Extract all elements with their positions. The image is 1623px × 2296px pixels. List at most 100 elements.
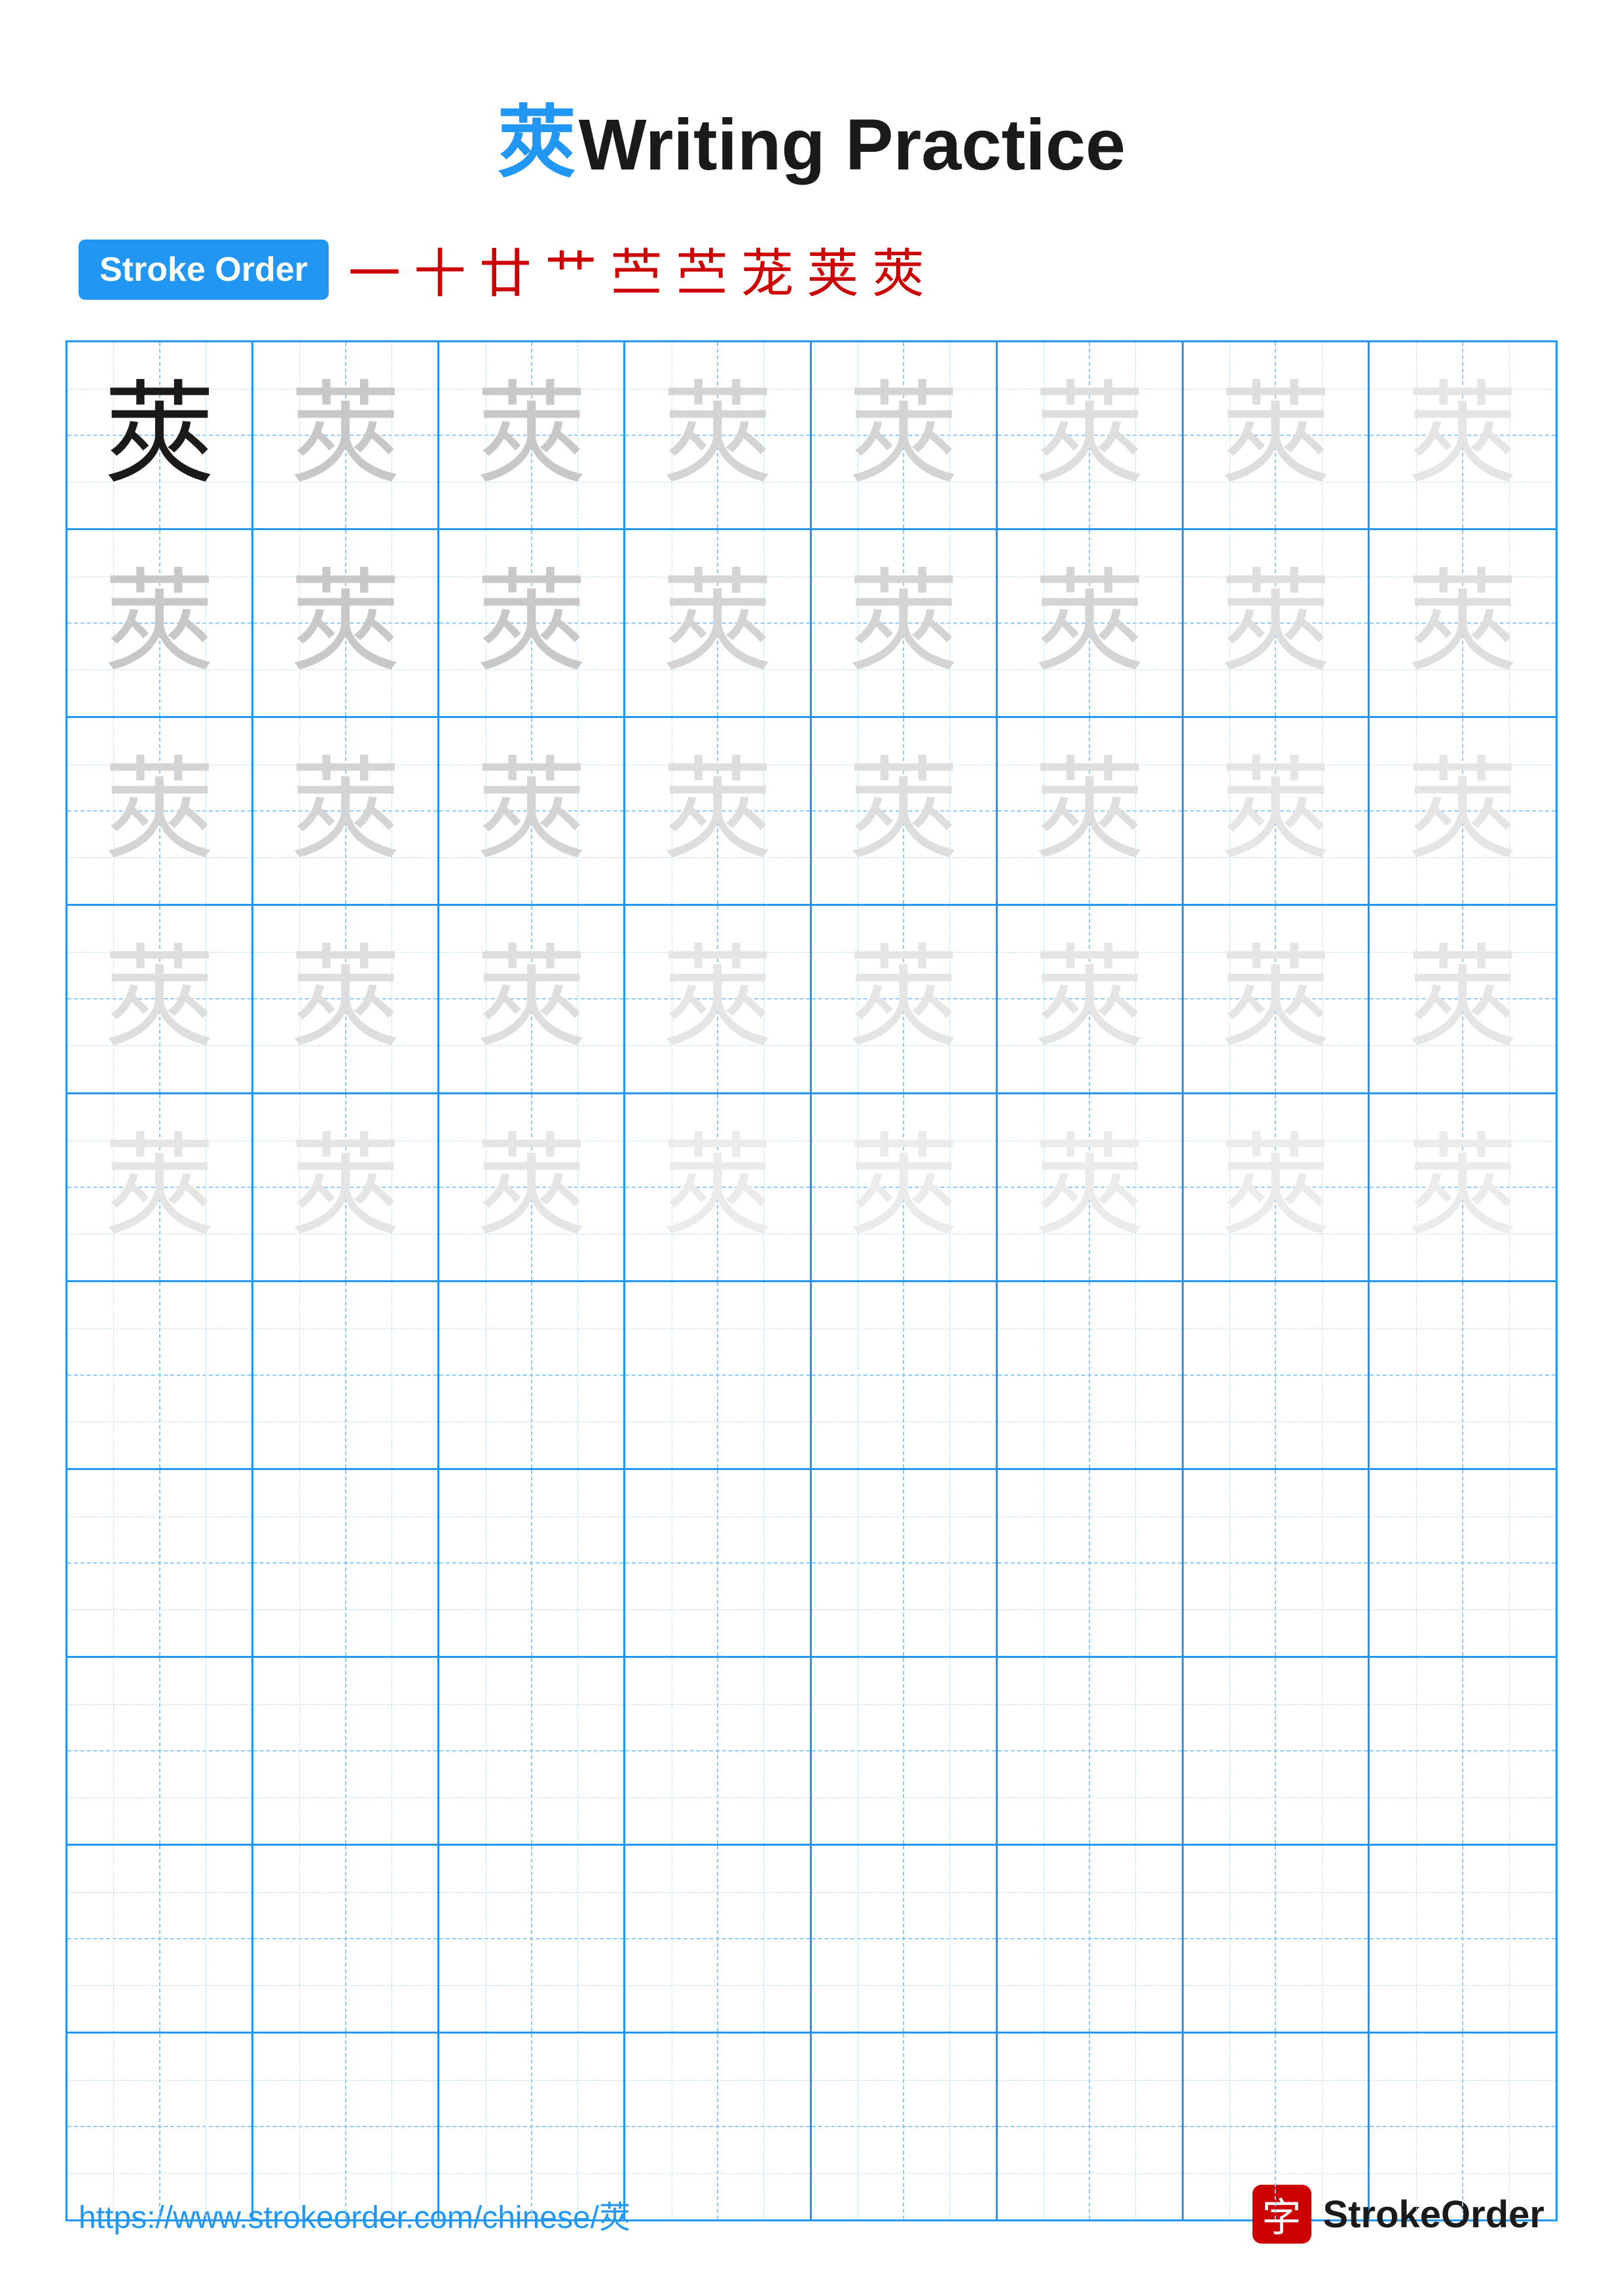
grid-cell-0-0[interactable]: 莢 [67, 342, 253, 528]
practice-char-instance: 莢 [662, 1132, 773, 1243]
grid-cell-8-5[interactable] [998, 1846, 1184, 2032]
page-title: 莢 Writing Practice [0, 0, 1623, 192]
grid-cell-6-4[interactable] [812, 1470, 998, 1656]
grid-cell-8-4[interactable] [812, 1846, 998, 2032]
grid-cell-1-7[interactable]: 莢 [1370, 530, 1556, 716]
grid-cell-4-5[interactable]: 莢 [998, 1094, 1184, 1280]
grid-cell-5-0[interactable] [67, 1282, 253, 1468]
grid-cell-6-3[interactable] [625, 1470, 811, 1656]
practice-char-instance: 莢 [662, 380, 773, 491]
grid-cell-0-6[interactable]: 莢 [1184, 342, 1370, 528]
grid-cell-7-1[interactable] [253, 1658, 439, 1844]
practice-char-instance: 莢 [290, 380, 401, 491]
grid-cell-4-6[interactable]: 莢 [1184, 1094, 1370, 1280]
grid-cell-8-7[interactable] [1370, 1846, 1556, 2032]
grid-cell-2-3[interactable]: 莢 [625, 718, 811, 904]
practice-char-instance: 莢 [290, 943, 401, 1054]
grid-cell-5-3[interactable] [625, 1282, 811, 1468]
grid-cell-0-1[interactable]: 莢 [253, 342, 439, 528]
grid-cell-2-0[interactable]: 莢 [67, 718, 253, 904]
grid-cell-3-0[interactable]: 莢 [67, 906, 253, 1092]
grid-cell-0-2[interactable]: 莢 [439, 342, 625, 528]
practice-char-instance: 莢 [1407, 1132, 1518, 1243]
grid-cell-3-2[interactable]: 莢 [439, 906, 625, 1092]
grid-cell-0-4[interactable]: 莢 [812, 342, 998, 528]
practice-char-instance: 莢 [476, 567, 587, 679]
grid-cell-6-5[interactable] [998, 1470, 1184, 1656]
practice-char-instance: 莢 [1407, 380, 1518, 491]
grid-cell-5-6[interactable] [1184, 1282, 1370, 1468]
grid-cell-8-6[interactable] [1184, 1846, 1370, 2032]
practice-char-instance: 莢 [290, 567, 401, 679]
grid-cell-1-1[interactable]: 莢 [253, 530, 439, 716]
grid-cell-4-3[interactable]: 莢 [625, 1094, 811, 1280]
grid-cell-6-7[interactable] [1370, 1470, 1556, 1656]
grid-cell-7-7[interactable] [1370, 1658, 1556, 1844]
grid-cell-5-1[interactable] [253, 1282, 439, 1468]
grid-cell-5-5[interactable] [998, 1282, 1184, 1468]
grid-cell-7-4[interactable] [812, 1658, 998, 1844]
grid-cell-1-5[interactable]: 莢 [998, 530, 1184, 716]
grid-cell-0-7[interactable]: 莢 [1370, 342, 1556, 528]
practice-char-instance: 莢 [662, 755, 773, 867]
grid-cell-3-7[interactable]: 莢 [1370, 906, 1556, 1092]
grid-cell-6-2[interactable] [439, 1470, 625, 1656]
practice-char-instance: 莢 [1220, 755, 1331, 867]
stroke-order-badge: Stroke Order [79, 240, 329, 300]
practice-char-instance: 莢 [476, 380, 587, 491]
grid-cell-3-4[interactable]: 莢 [812, 906, 998, 1092]
grid-cell-7-3[interactable] [625, 1658, 811, 1844]
grid-cell-7-6[interactable] [1184, 1658, 1370, 1844]
grid-cell-7-5[interactable] [998, 1658, 1184, 1844]
practice-char-instance: 莢 [1034, 380, 1145, 491]
grid-cell-8-1[interactable] [253, 1846, 439, 2032]
grid-cell-5-7[interactable] [1370, 1282, 1556, 1468]
grid-cell-4-0[interactable]: 莢 [67, 1094, 253, 1280]
grid-row-4: 莢莢莢莢莢莢莢莢 [67, 1094, 1556, 1282]
grid-cell-1-3[interactable]: 莢 [625, 530, 811, 716]
grid-cell-2-1[interactable]: 莢 [253, 718, 439, 904]
grid-cell-6-0[interactable] [67, 1470, 253, 1656]
grid-cell-3-1[interactable]: 莢 [253, 906, 439, 1092]
grid-cell-0-5[interactable]: 莢 [998, 342, 1184, 528]
practice-char-instance: 莢 [104, 1132, 215, 1243]
grid-cell-6-1[interactable] [253, 1470, 439, 1656]
grid-row-8 [67, 1846, 1556, 2034]
practice-char-instance: 莢 [290, 755, 401, 867]
practice-char-instance: 莢 [104, 567, 215, 679]
grid-cell-3-6[interactable]: 莢 [1184, 906, 1370, 1092]
grid-cell-5-4[interactable] [812, 1282, 998, 1468]
grid-cell-7-0[interactable] [67, 1658, 253, 1844]
grid-cell-3-3[interactable]: 莢 [625, 906, 811, 1092]
grid-cell-4-4[interactable]: 莢 [812, 1094, 998, 1280]
practice-char-instance: 莢 [1407, 943, 1518, 1054]
grid-cell-0-3[interactable]: 莢 [625, 342, 811, 528]
grid-cell-7-2[interactable] [439, 1658, 625, 1844]
practice-char-instance: 莢 [476, 1132, 587, 1243]
grid-cell-4-1[interactable]: 莢 [253, 1094, 439, 1280]
grid-cell-2-7[interactable]: 莢 [1370, 718, 1556, 904]
grid-cell-8-0[interactable] [67, 1846, 253, 2032]
practice-char-instance: 莢 [476, 943, 587, 1054]
grid-row-0: 莢莢莢莢莢莢莢莢 [67, 342, 1556, 530]
practice-char-instance: 莢 [1034, 1132, 1145, 1243]
grid-cell-1-4[interactable]: 莢 [812, 530, 998, 716]
grid-cell-1-2[interactable]: 莢 [439, 530, 625, 716]
grid-row-3: 莢莢莢莢莢莢莢莢 [67, 906, 1556, 1094]
grid-cell-4-7[interactable]: 莢 [1370, 1094, 1556, 1280]
grid-cell-3-5[interactable]: 莢 [998, 906, 1184, 1092]
grid-cell-1-0[interactable]: 莢 [67, 530, 253, 716]
grid-cell-2-4[interactable]: 莢 [812, 718, 998, 904]
grid-cell-2-2[interactable]: 莢 [439, 718, 625, 904]
practice-char-instance: 莢 [848, 380, 959, 491]
grid-cell-2-5[interactable]: 莢 [998, 718, 1184, 904]
grid-cell-4-2[interactable]: 莢 [439, 1094, 625, 1280]
grid-cell-6-6[interactable] [1184, 1470, 1370, 1656]
grid-cell-2-6[interactable]: 莢 [1184, 718, 1370, 904]
grid-cell-8-2[interactable] [439, 1846, 625, 2032]
grid-cell-5-2[interactable] [439, 1282, 625, 1468]
practice-char-instance: 莢 [1220, 943, 1331, 1054]
grid-cell-8-3[interactable] [625, 1846, 811, 2032]
grid-row-1: 莢莢莢莢莢莢莢莢 [67, 530, 1556, 718]
grid-cell-1-6[interactable]: 莢 [1184, 530, 1370, 716]
